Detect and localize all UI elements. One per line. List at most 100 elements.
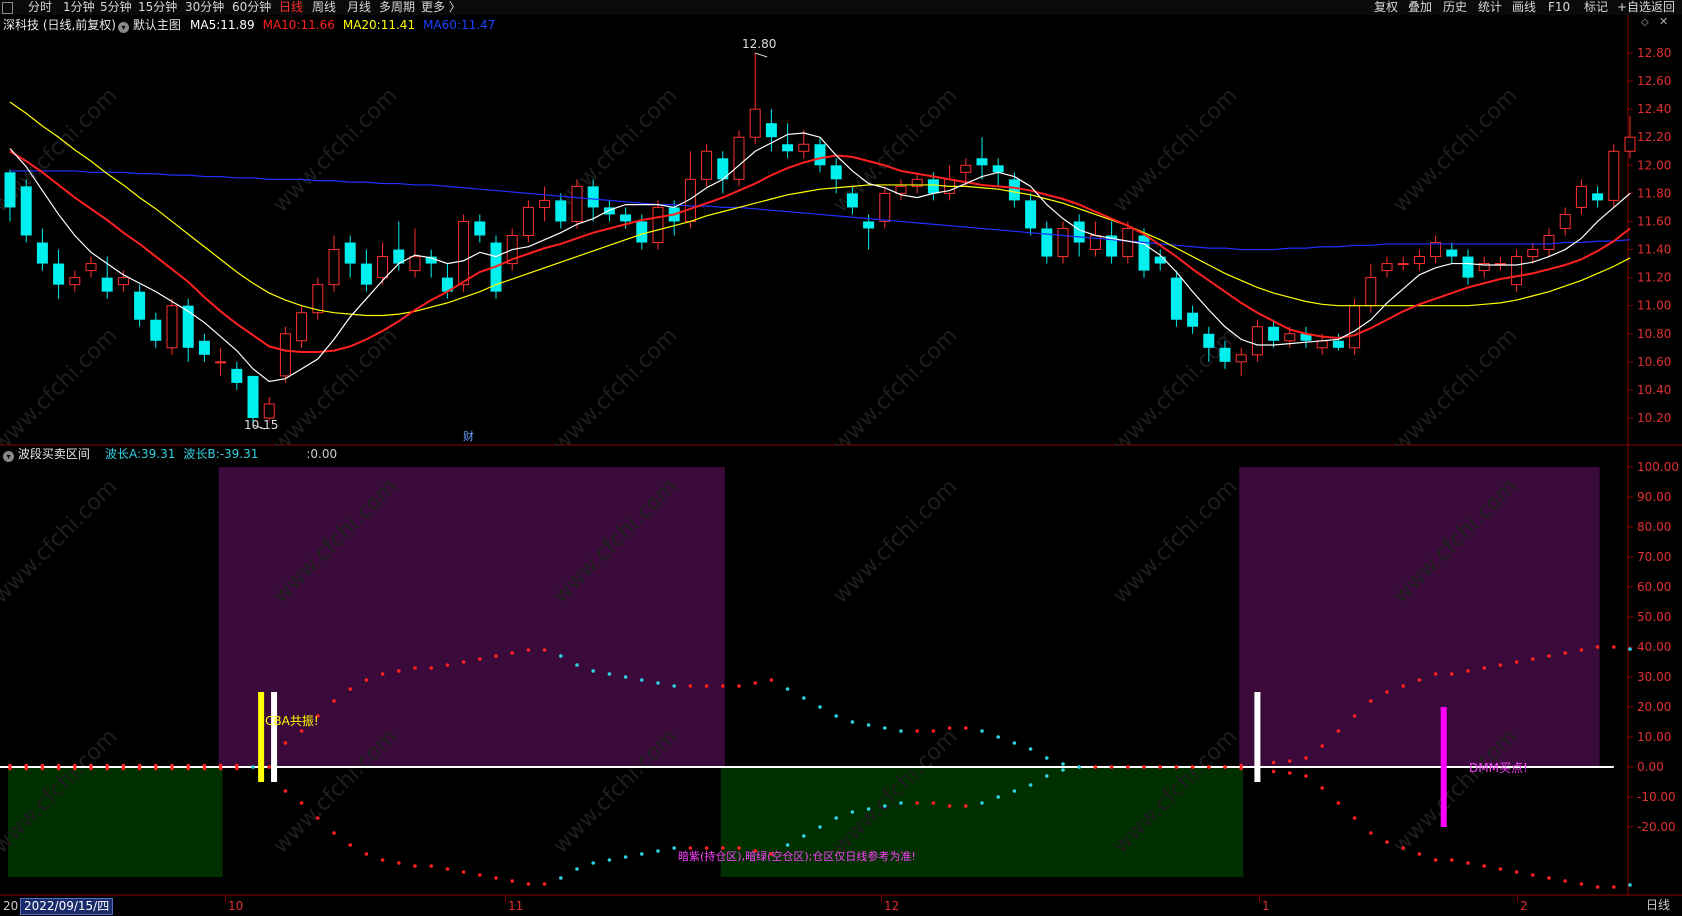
toolbar-button-3[interactable]: 统计: [1478, 0, 1502, 15]
wave-b-dot: [1320, 786, 1324, 790]
wave-b-dot: [526, 882, 531, 886]
wave-b-dot: [1158, 765, 1162, 769]
status-bar: 20 2022/09/15/四 日线: [0, 896, 1682, 916]
wave-a-dot: [1531, 657, 1535, 661]
toolbar-button-0[interactable]: 复权: [1374, 0, 1398, 15]
x-axis-tick: [881, 896, 882, 902]
wave-b-dot: [202, 766, 207, 771]
wave-b-dot: [1304, 774, 1308, 778]
cursor-date: 2022/09/15/四: [20, 898, 114, 915]
wave-a-dot: [1628, 647, 1632, 651]
candle-body: [328, 249, 340, 286]
wave-b-dot: [1531, 873, 1535, 877]
period-0[interactable]: 分时: [28, 0, 52, 15]
osc-y-tick-label: 90.00: [1637, 490, 1671, 504]
wave-a-dot: [1417, 678, 1422, 682]
candle-body: [296, 312, 308, 342]
settings-icon[interactable]: ◇: [1641, 18, 1651, 28]
candle-body: [1381, 263, 1393, 272]
wave-b-dot: [1433, 858, 1438, 862]
wave-a-dot: [526, 648, 531, 652]
wave-b-dot: [850, 810, 855, 814]
wave-a-dot: [1061, 762, 1065, 766]
candle-body: [927, 179, 939, 194]
toolbar-button-4[interactable]: 画线: [1512, 0, 1536, 15]
period-9[interactable]: 多周期: [379, 0, 415, 15]
ma60-value: 11.47: [460, 18, 496, 32]
wave-a-dot: [1288, 759, 1292, 763]
wave-b-dot: [218, 766, 223, 771]
osc-y-tick-label: 80.00: [1637, 520, 1671, 534]
high-price-label: 12.80: [742, 37, 777, 51]
candle-body: [652, 206, 664, 244]
wave-a-dot: [980, 729, 984, 733]
wave-a-dot: [1369, 699, 1373, 703]
wave-b-dot: [996, 795, 1000, 799]
period-6[interactable]: 日线: [279, 0, 303, 15]
wave-b-dot: [397, 861, 401, 865]
wave-b-dot: [1190, 765, 1195, 769]
toolbar-button-5[interactable]: F10: [1548, 0, 1570, 15]
status-period[interactable]: 日线: [1646, 898, 1670, 913]
osc-title-group[interactable]: ▾ 波段买卖区间: [3, 447, 90, 462]
wave-b-dot: [1563, 879, 1567, 883]
wave-b-dot: [1514, 870, 1519, 874]
period-10[interactable]: 更多 〉: [421, 0, 461, 15]
osc-y-tick-label: 20.00: [1637, 700, 1671, 714]
oscillator-chart[interactable]: www.cfchi.com www.cfchi.com www.cfchi.com w…: [0, 446, 1682, 896]
toolbar-button-6[interactable]: 标记: [1584, 0, 1608, 15]
period-5[interactable]: 60分钟: [232, 0, 271, 15]
wave-a-dot: [866, 723, 871, 727]
toolbar-button-1[interactable]: 叠加: [1408, 0, 1432, 15]
period-2[interactable]: 5分钟: [100, 0, 132, 15]
wave-b-dot: [510, 879, 514, 883]
candle-body: [1025, 200, 1037, 229]
period-3[interactable]: 15分钟: [138, 0, 177, 15]
menu-icon[interactable]: [2, 2, 13, 14]
wave-b-dot: [380, 858, 385, 862]
wave-b-dot: [542, 882, 547, 886]
wave-b-dot: [186, 766, 190, 771]
wave-a-dot: [348, 687, 353, 691]
candle-body: [701, 150, 713, 180]
wave-b-dot: [170, 766, 174, 771]
candle-body: [749, 108, 761, 138]
candle-body: [1592, 193, 1604, 201]
wave-a-dot: [1595, 645, 1600, 649]
candle-body: [960, 164, 972, 173]
template-label: 默认主图: [132, 18, 181, 32]
wave-b-dot: [429, 864, 434, 868]
close-icon[interactable]: ✕: [1659, 16, 1668, 28]
wave-b-dot: [964, 804, 968, 808]
wave-a-dot: [429, 666, 434, 670]
wave-b-dot: [672, 846, 676, 850]
kline-chart[interactable]: www.cfchi.com www.cfchi.com www.cfchi.com w…: [0, 15, 1682, 446]
finance-marker[interactable]: 财: [463, 430, 474, 444]
wave-b-dot: [1417, 852, 1422, 856]
toolbar-button-2[interactable]: 历史: [1443, 0, 1467, 15]
wave-b-dot: [1061, 768, 1065, 772]
template-dropdown[interactable]: ▾ 默认主图: [118, 18, 181, 33]
period-7[interactable]: 周线: [312, 0, 336, 15]
wave-b-dot: [1142, 765, 1146, 769]
candle-body: [85, 263, 97, 272]
candle-body: [20, 186, 32, 236]
wave-a-dot: [1612, 645, 1616, 649]
wave-a-dot: [1482, 666, 1486, 670]
x-axis-label: 1: [1262, 899, 1270, 913]
x-axis-label: 10: [228, 899, 244, 913]
wave-b-dot: [1126, 765, 1130, 769]
low-price-label: 10.15: [244, 418, 279, 432]
wave-a-dot: [1336, 729, 1341, 733]
period-4[interactable]: 30分钟: [185, 0, 224, 15]
wave-a-dot: [494, 654, 498, 658]
dmm-annotation: DMM买点!: [1469, 761, 1528, 775]
toolbar-button-7[interactable]: +自选: [1617, 0, 1651, 15]
y-tick-label: 12.20: [1637, 130, 1671, 144]
wave-b-dot: [1401, 846, 1405, 850]
y-tick-label: 11.20: [1637, 271, 1671, 285]
period-1[interactable]: 1分钟: [63, 0, 95, 15]
period-8[interactable]: 月线: [347, 0, 371, 15]
toolbar-button-8[interactable]: 返回: [1651, 0, 1675, 15]
candle-body: [53, 263, 65, 285]
